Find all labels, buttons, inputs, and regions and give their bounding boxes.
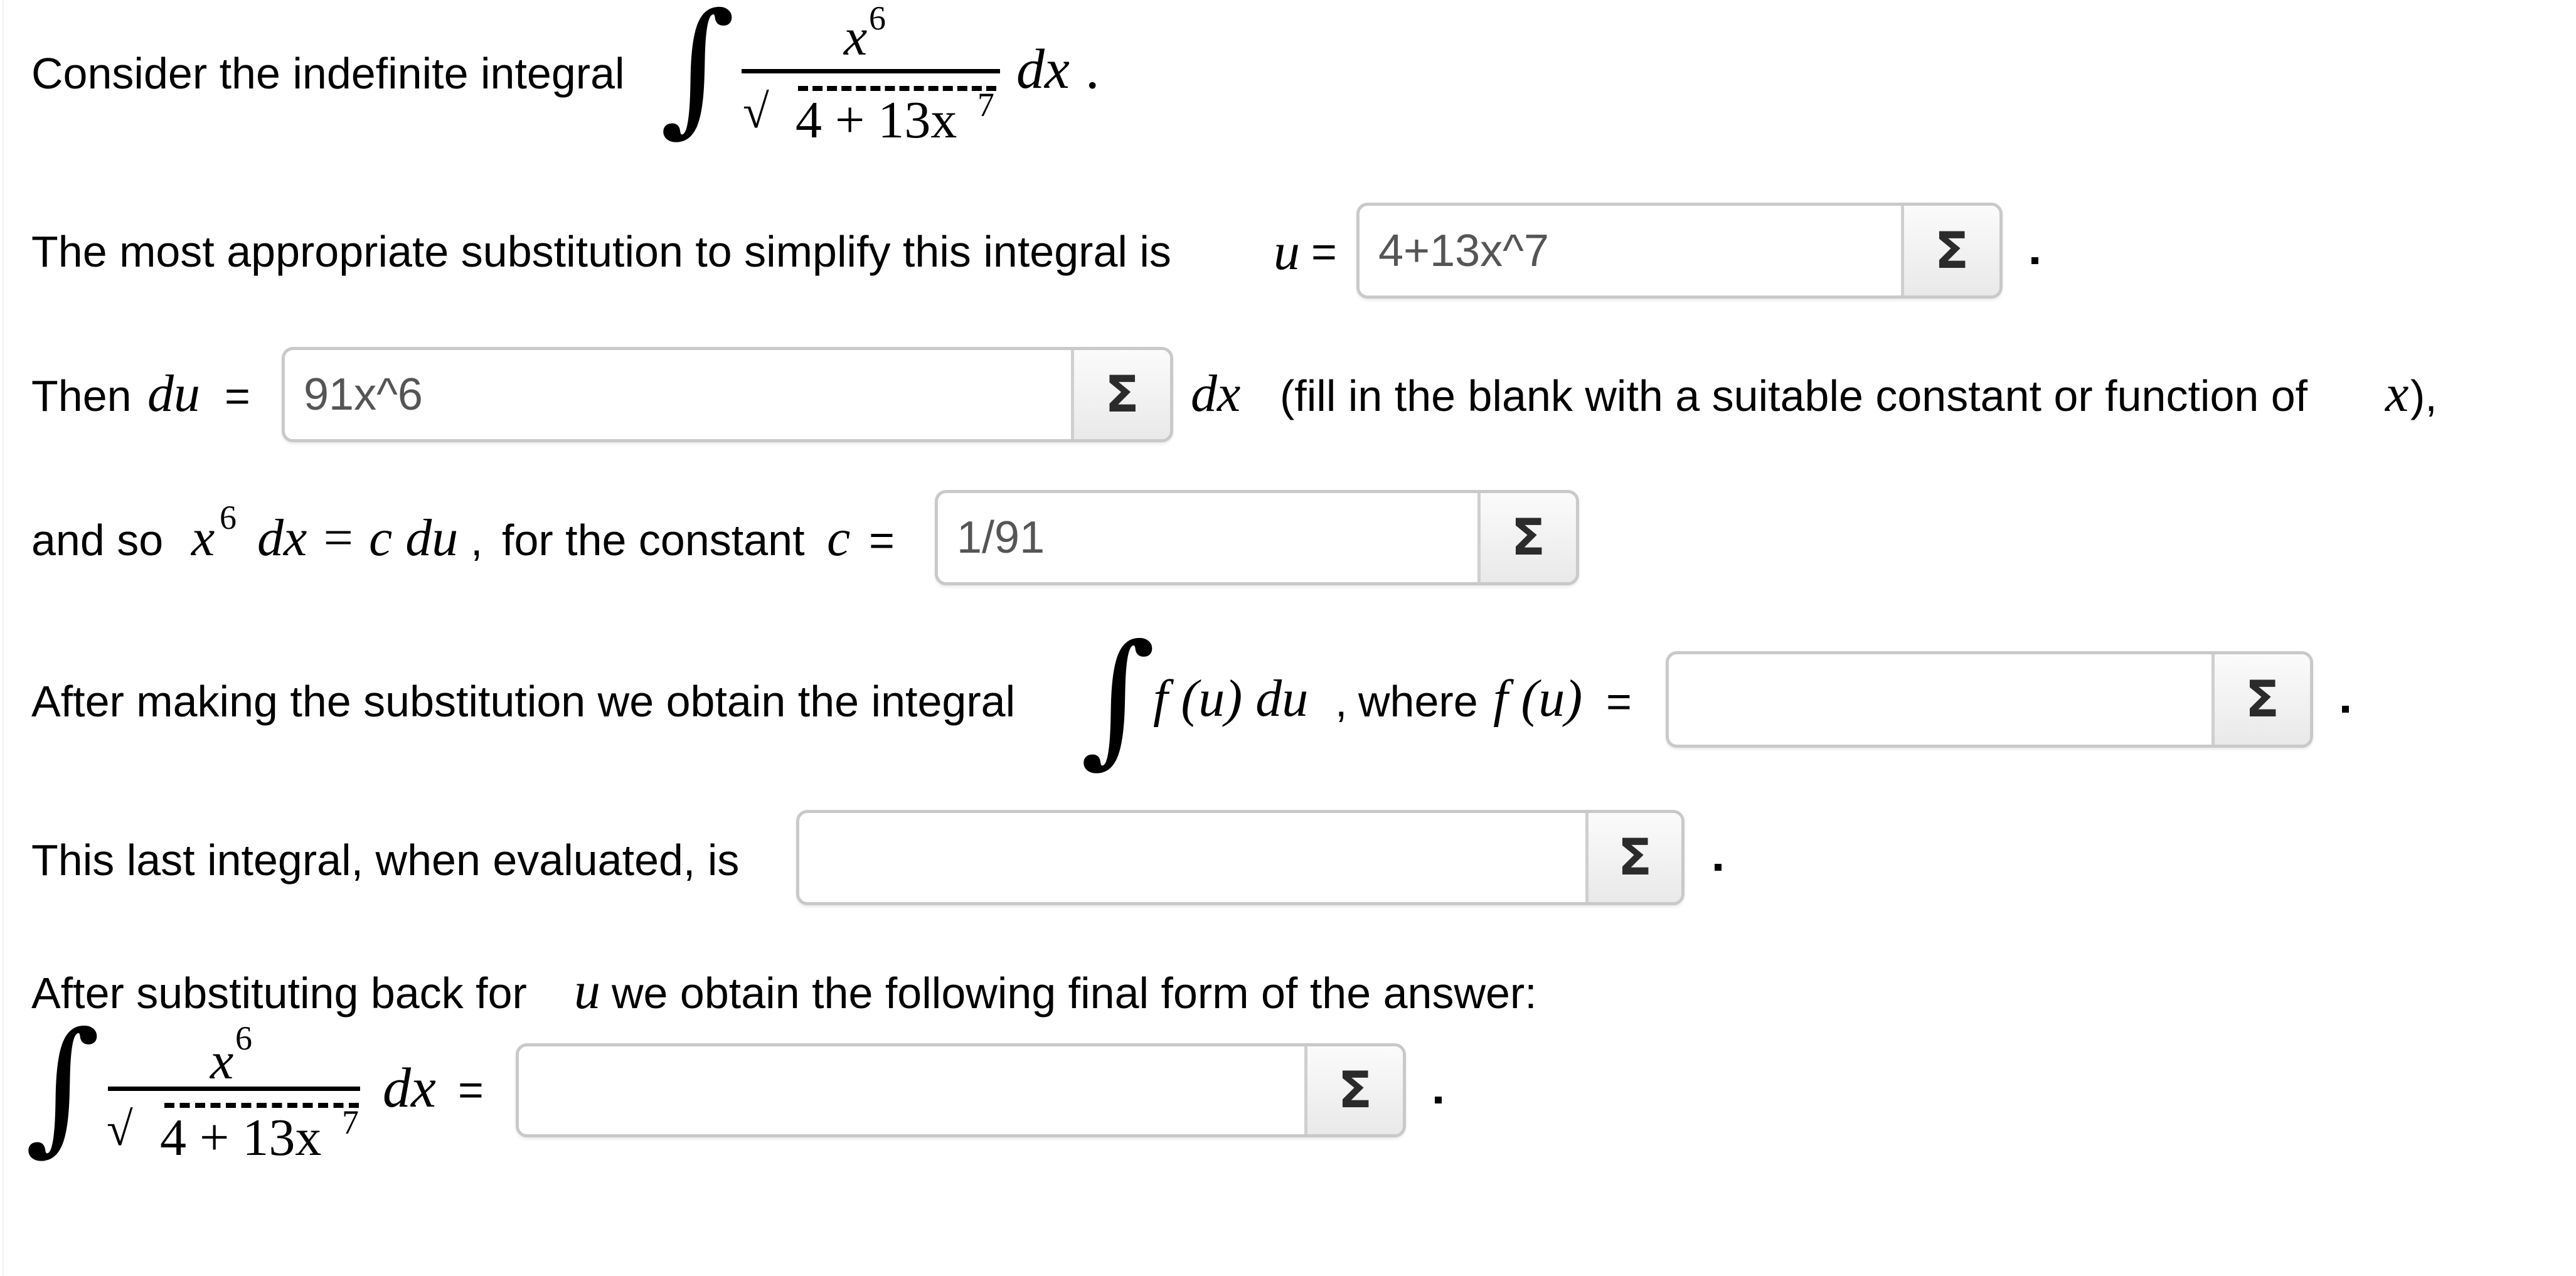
evaluated-equation-editor-button[interactable]: Σ — [1585, 813, 1681, 902]
evaluated-label: This last integral, when evaluated, is — [31, 836, 740, 885]
du-var: du — [147, 364, 200, 423]
u-period — [2031, 257, 2038, 264]
final-equals: = — [458, 1065, 484, 1114]
fu-comma: , — [1335, 677, 1348, 726]
du-equals: = — [225, 371, 250, 420]
c-var: c — [827, 509, 851, 567]
sqrt-symbol: √ — [743, 85, 769, 138]
final-differential: dx — [383, 1057, 436, 1119]
final-answer-field: Σ — [516, 1043, 1406, 1137]
c-label: for the constant — [502, 516, 805, 565]
sigma-icon: Σ — [1934, 221, 1969, 280]
denominator: 4 + 13x — [796, 91, 957, 149]
u-input[interactable] — [1360, 206, 1910, 295]
final-equation-editor-button[interactable]: Σ — [1304, 1046, 1403, 1134]
u-var: u — [1274, 223, 1300, 281]
sigma-icon: Σ — [1338, 1061, 1373, 1119]
fu-input[interactable] — [1669, 654, 2221, 745]
du-input[interactable] — [285, 350, 1080, 439]
evaluated-answer-field: Σ — [796, 810, 1685, 905]
fu-expr: f (u) du — [1153, 669, 1309, 728]
c-answer-field: Σ — [935, 490, 1579, 585]
numerator-exponent: 6 — [869, 0, 886, 37]
final-label-pre: After substituting back for — [31, 969, 527, 1018]
fu-period — [2342, 706, 2349, 713]
sigma-icon: Σ — [1511, 508, 1546, 566]
du-hint: (fill in the blank with a suitable const… — [1280, 371, 2308, 420]
fraction-bar — [742, 69, 1000, 73]
fu-equals: = — [1606, 677, 1632, 726]
fu-integral-sign: ∫ — [1080, 614, 1156, 782]
final-label-var: u — [574, 962, 600, 1020]
du-answer-field: Σ — [282, 347, 1173, 442]
sigma-icon: Σ — [1105, 365, 1139, 423]
final-numerator-x: x — [210, 1032, 234, 1090]
u-equals: = — [1311, 227, 1337, 276]
fu-equation-editor-button[interactable]: Σ — [2211, 654, 2310, 745]
c-expr: dx = c du — [257, 509, 459, 567]
fu-answer-field: Σ — [1666, 651, 2313, 748]
du-prefix: Then — [31, 371, 132, 420]
problem-page: Consider the indefinite integral ∫ x 6 √… — [0, 0, 2576, 1276]
fu-var: f (u) — [1493, 669, 1583, 728]
final-period — [1435, 1097, 1442, 1103]
u-answer-field: Σ — [1356, 203, 2003, 299]
evaluated-period — [1715, 864, 1722, 871]
u-label: The most appropriate substitution to sim… — [31, 227, 1171, 276]
final-integral-sign: ∫ — [25, 1002, 100, 1169]
evaluated-input[interactable] — [799, 813, 1595, 902]
final-fraction-bar — [108, 1087, 360, 1091]
final-denominator-exp: 7 — [342, 1103, 359, 1141]
du-hint-x: x — [2385, 364, 2409, 423]
c-equation-editor-button[interactable]: Σ — [1477, 493, 1576, 582]
c-input[interactable] — [938, 493, 1487, 582]
c-expr-x: x — [191, 509, 215, 567]
c-equals: = — [869, 516, 895, 565]
sigma-icon: Σ — [1617, 828, 1653, 886]
integral-sign: ∫ — [660, 0, 735, 151]
final-numerator-exp: 6 — [235, 1019, 252, 1057]
denominator-exponent: 7 — [977, 86, 994, 124]
fu-where: where — [1358, 677, 1478, 726]
final-input[interactable] — [519, 1046, 1314, 1134]
du-hint-end: ), — [2410, 371, 2437, 420]
period: . — [1085, 38, 1100, 100]
left-border — [3, 0, 4, 1276]
differential: dx — [1016, 38, 1070, 100]
du-equation-editor-button[interactable]: Σ — [1071, 350, 1170, 439]
u-equation-editor-button[interactable]: Σ — [1901, 206, 1999, 295]
final-sqrt-symbol: √ — [107, 1103, 133, 1156]
final-denominator: 4 + 13x — [160, 1109, 322, 1167]
intro-text: Consider the indefinite integral — [31, 49, 625, 98]
du-dx: dx — [1191, 364, 1241, 423]
sigma-icon: Σ — [2245, 670, 2280, 728]
c-comma: , — [471, 516, 483, 565]
numerator-x: x — [844, 8, 868, 66]
fu-label: After making the substitution we obtain … — [31, 677, 1016, 726]
c-prefix: and so — [31, 516, 164, 565]
final-label-post: we obtain the following final form of th… — [612, 969, 1537, 1018]
c-expr-exp: 6 — [220, 499, 237, 536]
